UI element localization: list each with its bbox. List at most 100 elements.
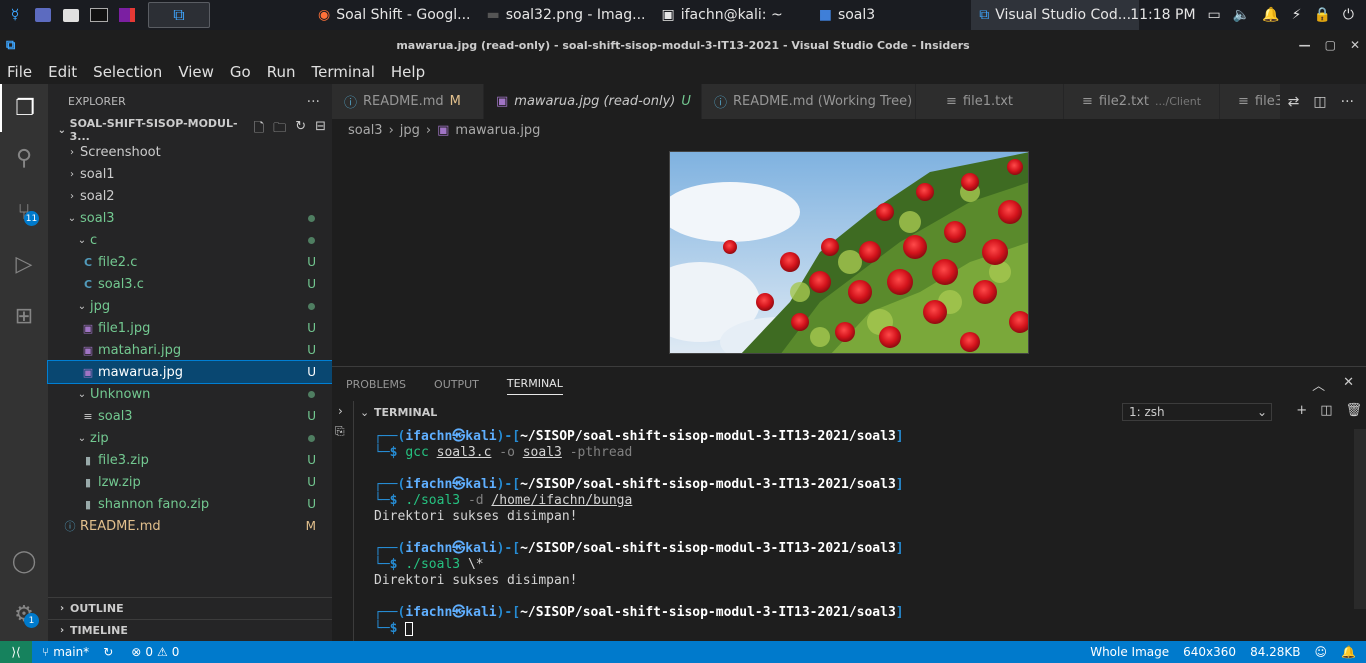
- editor-tabs: ⓘREADME.mdM ▣mawarua.jpg (read-only)U✕ ⓘ…: [332, 84, 1366, 119]
- extensions-icon[interactable]: ⊞: [0, 292, 48, 340]
- feedback-icon[interactable]: ☺: [1315, 645, 1328, 659]
- screen-recorder-icon[interactable]: [116, 5, 138, 25]
- editor-more-icon[interactable]: ···: [1341, 94, 1354, 110]
- menu-file[interactable]: File: [0, 63, 40, 81]
- new-file-icon[interactable]: 🗋: [254, 119, 264, 141]
- tree-file-matahari-jpg[interactable]: ▣ matahari.jpg U: [48, 339, 332, 361]
- tree-folder-soal1[interactable]: › soal1: [48, 163, 332, 185]
- tree-file-shannon-zip[interactable]: ▮ shannon fano.zip U: [48, 493, 332, 515]
- tree-file-file3-zip[interactable]: ▮ file3.zip U: [48, 449, 332, 471]
- collapse-all-icon[interactable]: ⊟: [315, 119, 326, 141]
- power-manager-icon[interactable]: ⚡: [1292, 7, 1302, 23]
- kill-terminal-icon[interactable]: 🗑: [1345, 403, 1362, 418]
- maximize-icon[interactable]: ▢: [1325, 38, 1336, 52]
- outline-section[interactable]: › OUTLINE: [48, 597, 332, 619]
- split-terminal-icon[interactable]: ◫: [1320, 403, 1332, 418]
- tab-terminal[interactable]: TERMINAL: [506, 377, 563, 395]
- taskbar-window-4[interactable]: ⧉ Visual Studio Cod...: [971, 0, 1140, 30]
- close-window-icon[interactable]: ✕: [1350, 38, 1360, 52]
- terminal-scrollbar[interactable]: [1354, 429, 1366, 609]
- accounts-icon[interactable]: ◯: [0, 537, 48, 585]
- tree-file-soal3-c[interactable]: Csoal3.c U: [48, 273, 332, 295]
- tab-problems[interactable]: PROBLEMS: [346, 378, 406, 391]
- terminal-output[interactable]: ┌──(ifachn㉿kali)-[~/SISOP/soal-shift-sis…: [374, 429, 1366, 639]
- run-debug-icon[interactable]: ▷: [0, 240, 48, 288]
- tree-folder-soal3[interactable]: ⌄ soal3: [48, 207, 332, 229]
- timeline-section[interactable]: › TIMELINE: [48, 619, 332, 641]
- maximize-panel-icon[interactable]: ︿: [1312, 375, 1325, 394]
- terminal-launcher-icon[interactable]: [88, 5, 110, 25]
- problems-status[interactable]: ⊗ 0 ⚠ 0: [131, 645, 179, 659]
- tree-folder-zip[interactable]: ⌄ zip: [48, 427, 332, 449]
- image-preview[interactable]: [669, 151, 1029, 354]
- new-folder-icon[interactable]: 🗀: [273, 119, 286, 141]
- volume-icon[interactable]: 🔈: [1233, 7, 1250, 23]
- tree-file-file2-c[interactable]: Cfile2.c U: [48, 251, 332, 273]
- menu-run[interactable]: Run: [259, 63, 304, 81]
- bottom-panel: PROBLEMS OUTPUT TERMINAL ︿ ✕ › ⎘ ⌄ TERMI…: [332, 366, 1366, 642]
- sync-icon[interactable]: ↻: [103, 645, 113, 659]
- zip-file-icon: ▮: [84, 497, 92, 511]
- taskbar-window-2[interactable]: ▣ ifachn@kali: ~: [654, 0, 791, 30]
- breadcrumb-mawarua[interactable]: mawarua.jpg: [455, 123, 540, 138]
- notifications-icon[interactable]: 🔔: [1262, 7, 1279, 23]
- tab-output[interactable]: OUTPUT: [434, 378, 479, 391]
- explorer-icon[interactable]: ❐: [0, 84, 48, 132]
- tree-file-lzw-zip[interactable]: ▮ lzw.zip U: [48, 471, 332, 493]
- menu-go[interactable]: Go: [222, 63, 259, 81]
- open-changes-icon[interactable]: ⇄: [1288, 94, 1300, 110]
- taskbar-window-3[interactable]: ■ soal3: [811, 0, 883, 30]
- command-line: └─$ ./soal3 -d /home/ifachn/bunga: [374, 493, 633, 508]
- display-icon[interactable]: ▭: [1208, 7, 1221, 23]
- tree-file-file1-jpg[interactable]: ▣ file1.jpg U: [48, 317, 332, 339]
- terminal-tab-icon[interactable]: ⎘: [335, 424, 345, 439]
- power-icon[interactable]: ⏻: [1343, 7, 1354, 23]
- search-icon[interactable]: ⚲: [0, 134, 48, 182]
- desktop-icon[interactable]: [32, 5, 54, 25]
- tree-file-readme[interactable]: ⓘ README.md M: [48, 515, 332, 537]
- tab-readme[interactable]: ⓘ README.md M: [332, 84, 484, 119]
- kali-menu-icon[interactable]: ☿: [4, 5, 26, 25]
- tree-file-soal3[interactable]: ≡ soal3 U: [48, 405, 332, 427]
- error-icon: ⊗: [131, 645, 142, 659]
- more-actions-icon[interactable]: ···: [307, 94, 320, 110]
- zoom-status[interactable]: Whole Image: [1090, 645, 1169, 659]
- manage-gear-icon[interactable]: ⚙ 1: [0, 590, 48, 638]
- firefox-icon: ◉: [318, 7, 331, 23]
- file-manager-icon[interactable]: [60, 5, 82, 25]
- tab-file2-txt[interactable]: ≡ file2.txt .../Client: [1064, 84, 1220, 119]
- breadcrumb-jpg[interactable]: jpg: [400, 123, 420, 138]
- refresh-icon[interactable]: ↻: [295, 119, 306, 141]
- tree-folder-unknown[interactable]: ⌄ Unknown: [48, 383, 332, 405]
- tree-file-mawarua-jpg[interactable]: ▣ mawarua.jpg U: [47, 360, 333, 384]
- taskbar-window-1[interactable]: ▬ soal32.png - Imag...: [478, 0, 653, 30]
- branch-status[interactable]: ⑂ main*: [42, 645, 89, 659]
- new-terminal-icon[interactable]: +: [1296, 403, 1307, 418]
- split-editor-icon[interactable]: ◫: [1313, 94, 1326, 110]
- menu-terminal[interactable]: Terminal: [304, 63, 383, 81]
- tab-readme-working-tree[interactable]: ⓘREADME.md (Working Tree)M: [702, 84, 929, 119]
- clock[interactable]: 11:18 PM: [1130, 7, 1195, 23]
- tree-folder-soal2[interactable]: › soal2: [48, 185, 332, 207]
- minimize-icon[interactable]: —: [1299, 38, 1311, 52]
- tree-folder-c[interactable]: ⌄ c: [48, 229, 332, 251]
- tab-file1-txt[interactable]: ≡ file1.txt: [916, 84, 1064, 119]
- notifications-bell-icon[interactable]: 🔔: [1341, 645, 1356, 659]
- terminal-select[interactable]: 1: zsh ⌄: [1122, 403, 1272, 421]
- source-control-icon[interactable]: ⑂ 11: [0, 188, 48, 236]
- scm-badge: 11: [24, 211, 39, 226]
- tree-folder-screenshoot[interactable]: › Screenshoot: [48, 141, 332, 163]
- workspace-root[interactable]: ⌄ SOAL-SHIFT-SISOP-MODUL-3... 🗋 🗀 ↻ ⊟: [48, 117, 332, 143]
- tree-folder-jpg[interactable]: ⌄ jpg: [48, 295, 332, 317]
- tab-mawarua[interactable]: ▣mawarua.jpg (read-only)U✕: [484, 84, 712, 119]
- menu-view[interactable]: View: [170, 63, 222, 81]
- close-panel-icon[interactable]: ✕: [1343, 375, 1354, 394]
- breadcrumb-soal3[interactable]: soal3: [348, 123, 383, 138]
- menu-selection[interactable]: Selection: [85, 63, 170, 81]
- menu-help[interactable]: Help: [383, 63, 433, 81]
- lock-icon[interactable]: 🔒: [1313, 7, 1330, 23]
- taskbar-window-0[interactable]: ◉ Soal Shift - Googl...: [310, 0, 478, 30]
- remote-icon[interactable]: ⟩⟨: [0, 641, 32, 663]
- vscode-launcher-icon[interactable]: ⧉: [148, 2, 210, 28]
- menu-edit[interactable]: Edit: [40, 63, 85, 81]
